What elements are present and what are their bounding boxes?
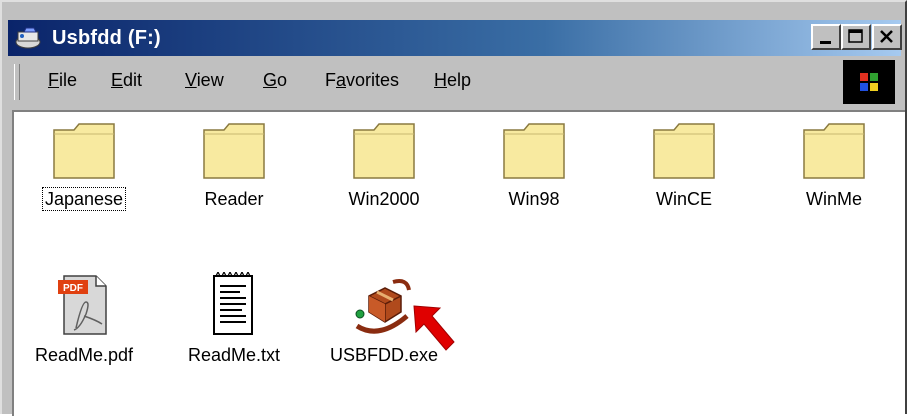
explorer-window: Usbfdd (F:) File Edit View Go Favorites … — [0, 0, 907, 416]
menu-edit[interactable]: Edit — [111, 68, 142, 92]
minimize-button[interactable] — [811, 24, 841, 50]
minimize-icon — [820, 41, 831, 44]
text-file-icon — [213, 272, 253, 335]
folder-icon — [353, 123, 415, 179]
folder-label: WinMe — [805, 189, 862, 209]
menu-view-accel: V — [185, 70, 197, 90]
menu-bar: File Edit View Go Favorites Help — [8, 60, 901, 104]
file-list-view[interactable]: Japanese Reader Win2000 Win98 WinCE WinM… — [12, 110, 905, 416]
close-button[interactable] — [872, 24, 902, 50]
windows-logo-throbber — [843, 60, 895, 104]
toolbar-grip[interactable] — [14, 64, 20, 100]
folder-icon — [803, 123, 865, 179]
menu-favorites-accel: a — [336, 70, 347, 90]
folder-icon — [203, 123, 265, 179]
pointer-arrow-icon — [413, 305, 455, 351]
menu-help-label: elp — [447, 70, 472, 90]
menu-favorites-label: vorites — [346, 70, 400, 90]
menu-help[interactable]: Help — [434, 68, 471, 92]
folder-item-reader[interactable]: Reader — [174, 120, 294, 210]
menu-file-accel: F — [48, 70, 59, 90]
menu-favorites[interactable]: Favorites — [325, 68, 399, 92]
file-label: ReadMe.pdf — [34, 345, 134, 365]
folder-label: WinCE — [655, 189, 712, 209]
menu-edit-label: dit — [123, 70, 143, 90]
folder-icon — [503, 123, 565, 179]
folder-label: Reader — [204, 189, 264, 209]
menu-view[interactable]: View — [185, 68, 224, 92]
menu-view-label: iew — [196, 70, 224, 90]
drive-icon — [15, 27, 41, 49]
menu-file[interactable]: File — [48, 68, 77, 92]
folder-label: Japanese — [41, 187, 127, 211]
menu-file-label: ile — [59, 70, 78, 90]
folder-label: Win98 — [508, 189, 560, 209]
menu-edit-accel: E — [111, 70, 124, 90]
folder-icon — [653, 123, 715, 179]
folder-item-winme[interactable]: WinMe — [774, 120, 894, 210]
close-icon — [880, 30, 893, 43]
folder-item-wince[interactable]: WinCE — [624, 120, 744, 210]
pdf-badge: PDF — [63, 283, 83, 294]
menu-go-accel: G — [263, 70, 278, 90]
file-item-readme-pdf[interactable]: PDF ReadMe.pdf — [24, 272, 144, 366]
maximize-button[interactable] — [841, 24, 871, 50]
file-label: ReadMe.txt — [187, 345, 281, 365]
folder-item-japanese[interactable]: Japanese — [24, 120, 144, 211]
pdf-file-icon: PDF — [58, 275, 107, 335]
folder-item-win2000[interactable]: Win2000 — [324, 120, 444, 210]
folder-icon — [53, 123, 115, 179]
title-bar[interactable]: Usbfdd (F:) — [8, 20, 902, 56]
installer-package-icon — [355, 279, 411, 334]
menu-help-accel: H — [434, 70, 447, 90]
folder-item-win98[interactable]: Win98 — [474, 120, 594, 210]
windows-flag-icon — [860, 73, 878, 91]
menu-go-label: o — [277, 70, 288, 90]
maximize-icon — [848, 29, 863, 43]
window-title: Usbfdd (F:) — [52, 27, 161, 49]
menu-go[interactable]: Go — [263, 68, 287, 92]
menu-favorites-pre: F — [325, 70, 336, 90]
folder-label: Win2000 — [348, 189, 420, 209]
file-item-readme-txt[interactable]: ReadMe.txt — [174, 272, 294, 366]
